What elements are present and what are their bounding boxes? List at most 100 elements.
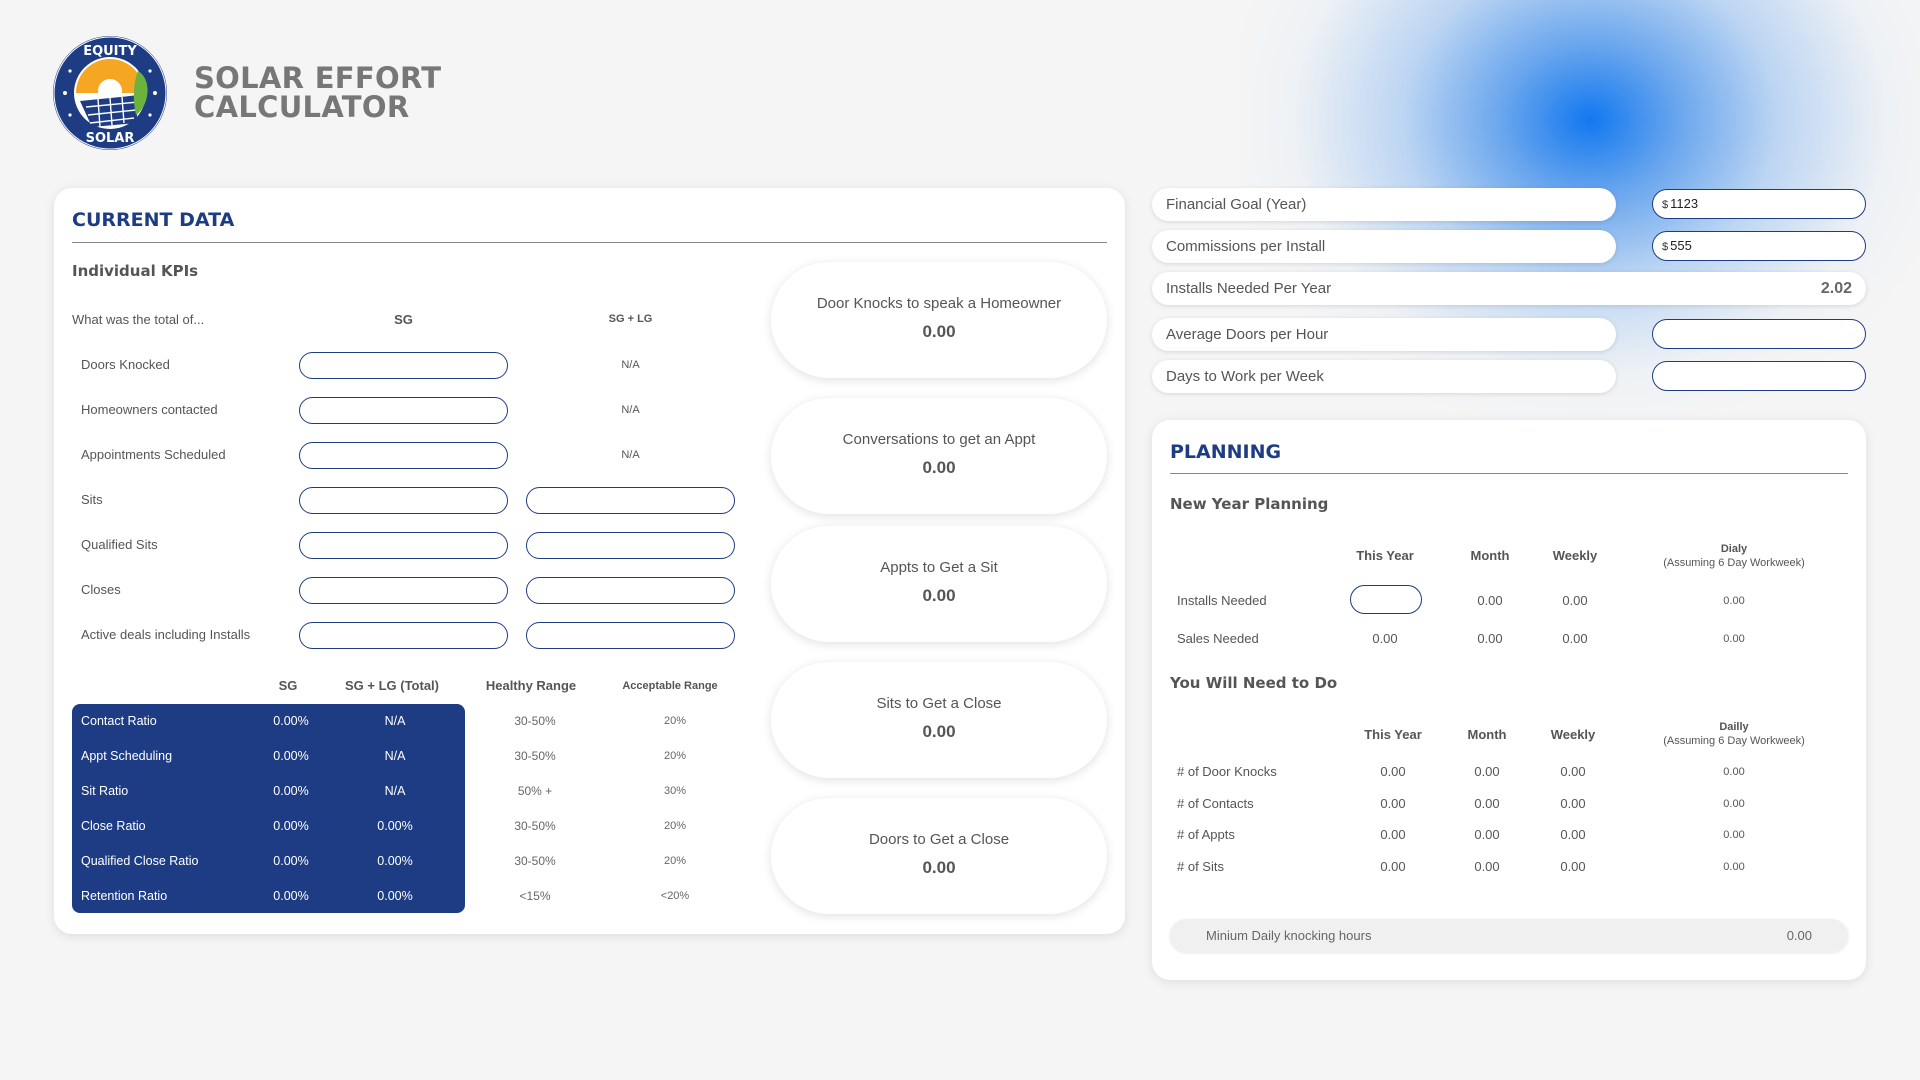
need-heading: You Will Need to Do (1170, 674, 1338, 692)
need-row-label: # of Contacts (1177, 795, 1254, 811)
kpi-row-label: Doors Knocked (81, 357, 170, 372)
metric-card: Appts to Get a Sit 0.00 (771, 526, 1107, 642)
days-per-week-label: Days to Work per Week (1152, 360, 1616, 393)
installs-needed-row: Installs Needed Per Year 2.02 (1152, 272, 1866, 305)
need-row-label: # of Sits (1177, 858, 1224, 874)
kpi-heading: Individual KPIs (72, 262, 199, 280)
equity-solar-logo: EQUITY SOLAR (53, 36, 167, 150)
metric-value: 0.00 (922, 458, 956, 477)
commission-label: Commissions per Install (1152, 230, 1616, 263)
kpi-col-sg-lg: SG + LG (608, 313, 653, 325)
kpi-question: What was the total of... (72, 312, 205, 327)
plan-header-month: Month (1470, 548, 1510, 563)
app-title-line1: SOLAR EFFORT (194, 61, 442, 95)
ratio-header-sg: SG (278, 678, 298, 693)
ratio-total: N/A (384, 714, 406, 728)
need-month: 0.00 (1474, 827, 1500, 842)
min-hours-value: 0.00 (1786, 928, 1812, 943)
installs-needed-value: 2.02 (1820, 280, 1852, 297)
ratio-total: 0.00% (377, 889, 413, 903)
kpi-sg-input[interactable] (299, 622, 508, 649)
metric-label: Sits to Get a Close (876, 695, 1002, 712)
commission-currency: $ (1662, 241, 1669, 253)
kpi-sg-lg-input[interactable] (526, 622, 735, 649)
ratio-acceptable: <20% (660, 890, 690, 902)
need-header-this-year: This Year (1364, 727, 1422, 742)
app-title-line2: CALCULATOR (194, 90, 410, 124)
metric-card: Sits to Get a Close 0.00 (771, 662, 1107, 778)
commission-value: 555 (1670, 238, 1692, 253)
plan-header-daily-note: (Assuming 6 Day Workweek) (1663, 557, 1805, 569)
plan-header-weekly: Weekly (1552, 548, 1598, 563)
avg-doors-input[interactable] (1652, 319, 1866, 349)
kpi-sg-input[interactable] (299, 352, 508, 379)
ratio-label: Sit Ratio (81, 784, 129, 798)
metric-label: Conversations to get an Appt (842, 431, 1036, 448)
kpi-row-label: Appointments Scheduled (81, 447, 226, 462)
metric-value: 0.00 (922, 858, 956, 877)
need-weekly: 0.00 (1560, 827, 1586, 842)
metric-card: Door Knocks to speak a Homeowner 0.00 (771, 262, 1107, 378)
ratio-sg: 0.00% (273, 889, 309, 903)
kpi-sg-lg-input[interactable] (526, 577, 735, 604)
kpi-sg-lg-na: N/A (621, 404, 640, 416)
kpi-sg-input[interactable] (299, 532, 508, 559)
metric-label: Door Knocks to speak a Homeowner (816, 295, 1062, 312)
need-row-label: # of Door Knocks (1177, 764, 1277, 779)
kpi-row-label: Sits (81, 492, 103, 507)
current-data-divider (72, 242, 1107, 243)
kpi-row-label: Qualified Sits (81, 537, 158, 552)
ratio-header-acceptable: Acceptable Range (622, 680, 718, 692)
kpi-sg-input[interactable] (299, 397, 508, 424)
installs-this-year-input[interactable] (1350, 585, 1422, 614)
need-daily: 0.00 (1723, 797, 1745, 810)
ratio-total: N/A (384, 749, 406, 763)
ratio-label: Retention Ratio (81, 889, 168, 903)
ratio-table (72, 704, 465, 913)
need-header-daily-note: (Assuming 6 Day Workweek) (1663, 735, 1805, 747)
installs-weekly: 0.00 (1562, 593, 1588, 608)
ratio-sg: 0.00% (273, 784, 309, 798)
logo-top-text: EQUITY (83, 44, 137, 59)
need-month: 0.00 (1474, 795, 1500, 811)
ratio-header-healthy: Healthy Range (485, 678, 577, 693)
ratio-acceptable: 20% (663, 855, 687, 867)
installs-row-label: Installs Needed (1177, 593, 1267, 608)
ratio-healthy: 50% + (517, 784, 553, 798)
commission-input[interactable]: $555 (1652, 231, 1866, 261)
financial-goal-label: Financial Goal (Year) (1152, 188, 1616, 221)
sales-weekly: 0.00 (1562, 631, 1588, 646)
need-month: 0.00 (1474, 858, 1500, 874)
need-this-year: 0.00 (1380, 858, 1406, 874)
installs-daily: 0.00 (1723, 595, 1745, 607)
ratio-sg: 0.00% (273, 854, 309, 868)
current-data-title: CURRENT DATA (72, 209, 235, 231)
ratio-healthy: 30-50% (514, 749, 556, 763)
need-this-year: 0.00 (1380, 764, 1406, 779)
sales-this-year: 0.00 (1372, 631, 1398, 646)
ratio-label: Qualified Close Ratio (81, 854, 199, 868)
kpi-sg-lg-input[interactable] (526, 487, 735, 514)
metric-value: 0.00 (922, 722, 956, 741)
min-hours-label: Minium Daily knocking hours (1206, 928, 1372, 943)
kpi-sg-lg-input[interactable] (526, 532, 735, 559)
need-header-weekly: Weekly (1550, 727, 1596, 742)
sales-row-label: Sales Needed (1177, 631, 1259, 646)
ratio-total: 0.00% (377, 854, 413, 868)
kpi-sg-input[interactable] (299, 577, 508, 604)
ratio-acceptable: 20% (663, 715, 687, 727)
need-this-year: 0.00 (1380, 827, 1406, 842)
plan-header-daily: Dialy (1720, 543, 1748, 555)
kpi-sg-input[interactable] (299, 487, 508, 514)
need-row-label: # of Appts (1177, 827, 1235, 842)
kpi-sg-lg-na: N/A (621, 449, 640, 461)
ratio-label: Contact Ratio (81, 714, 157, 728)
metric-card: Conversations to get an Appt 0.00 (771, 398, 1107, 514)
kpi-sg-lg-na: N/A (621, 359, 640, 371)
days-per-week-input[interactable] (1652, 361, 1866, 391)
kpi-sg-input[interactable] (299, 442, 508, 469)
need-month: 0.00 (1474, 764, 1500, 779)
financial-goal-input[interactable]: $1123 (1652, 189, 1866, 219)
ratio-label: Appt Scheduling (81, 749, 173, 763)
financial-goal-value: 1123 (1670, 196, 1699, 211)
